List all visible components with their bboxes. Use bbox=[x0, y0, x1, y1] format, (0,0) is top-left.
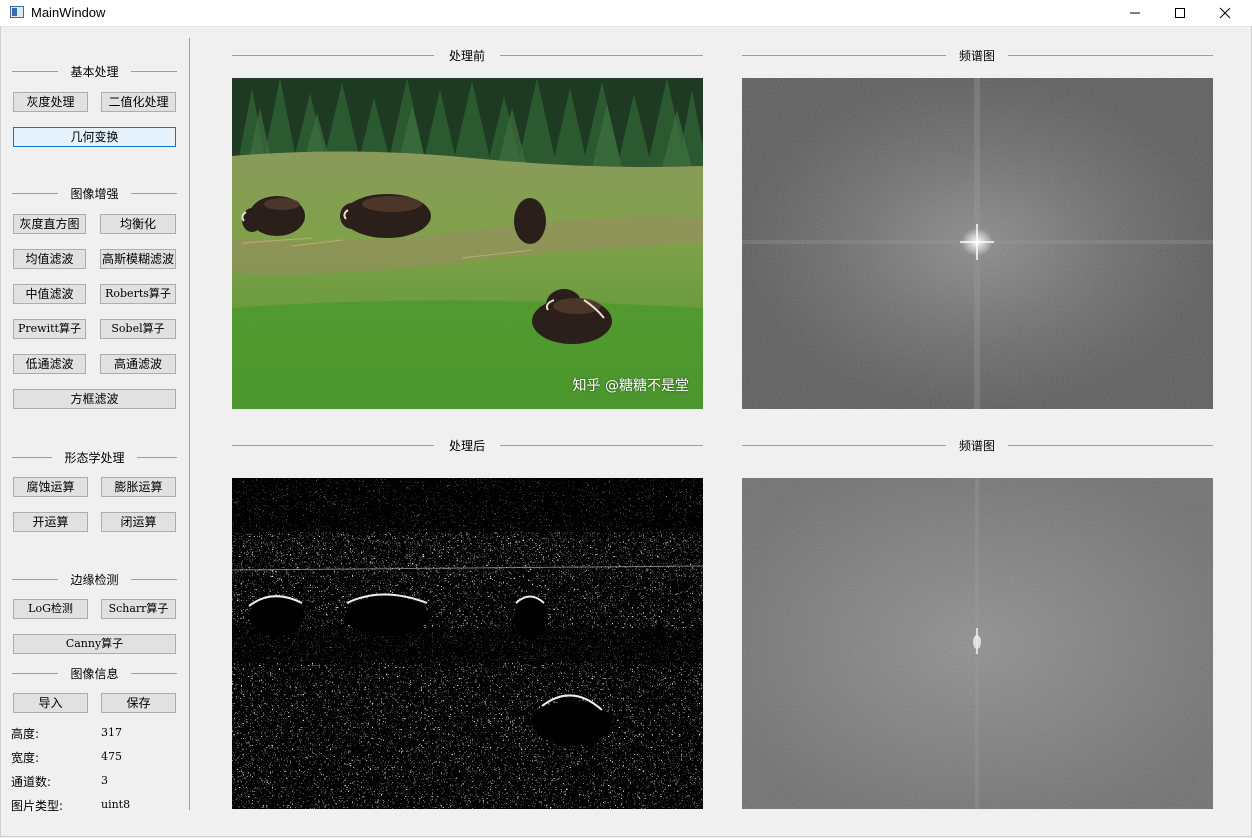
open-button[interactable]: 开运算 bbox=[13, 512, 88, 532]
highpass-button[interactable]: 高通滤波 bbox=[100, 354, 176, 374]
close-button[interactable] bbox=[1202, 0, 1247, 26]
after-title: 处理后 bbox=[448, 439, 485, 453]
erode-button[interactable]: 腐蚀运算 bbox=[13, 477, 88, 497]
section-edge: 边缘检测 bbox=[12, 572, 177, 587]
app-icon bbox=[10, 6, 24, 18]
width-label: 宽度: bbox=[11, 751, 40, 765]
processed-image bbox=[232, 478, 703, 809]
section-info: 图像信息 bbox=[12, 666, 177, 681]
before-title: 处理前 bbox=[448, 49, 485, 63]
title-bar: MainWindow bbox=[0, 0, 1252, 27]
section-enhance-title: 图像增强 bbox=[70, 187, 119, 201]
dtype-value: uint8 bbox=[101, 798, 131, 811]
lowpass-button[interactable]: 低通滤波 bbox=[13, 354, 86, 374]
section-edge-title: 边缘检测 bbox=[70, 573, 119, 587]
height-value: 317 bbox=[101, 726, 122, 739]
box-filter-button[interactable]: 方框滤波 bbox=[13, 389, 176, 409]
before-spectrum-title: 频谱图 bbox=[958, 49, 995, 63]
prewitt-button[interactable]: Prewitt算子 bbox=[13, 319, 86, 339]
processed-spectrum-image bbox=[742, 478, 1213, 809]
maximize-icon bbox=[1174, 8, 1185, 18]
watermark: 知乎 @糖糖不是堂 bbox=[572, 378, 689, 394]
dtype-label: 图片类型: bbox=[11, 799, 64, 813]
channels-label: 通道数: bbox=[11, 775, 52, 789]
minimize-button[interactable] bbox=[1112, 0, 1157, 26]
save-button[interactable]: 保存 bbox=[101, 693, 176, 713]
canny-button[interactable]: Canny算子 bbox=[13, 634, 176, 654]
dilate-button[interactable]: 膨胀运算 bbox=[101, 477, 176, 497]
channels-value: 3 bbox=[101, 774, 108, 787]
section-enhance: 图像增强 bbox=[12, 186, 177, 201]
binary-button[interactable]: 二值化处理 bbox=[101, 92, 176, 112]
geometry-button[interactable]: 几何变换 bbox=[13, 127, 176, 147]
gray-button[interactable]: 灰度处理 bbox=[13, 92, 88, 112]
original-image: 知乎 @糖糖不是堂 bbox=[232, 78, 703, 409]
after-spectrum-header: 频谱图 bbox=[742, 437, 1213, 453]
section-basic-title: 基本处理 bbox=[70, 65, 119, 79]
median-filter-button[interactable]: 中值滤波 bbox=[13, 284, 86, 304]
after-spectrum-title: 频谱图 bbox=[958, 439, 995, 453]
window-title: MainWindow bbox=[31, 5, 106, 20]
after-panel-header: 处理后 bbox=[232, 437, 703, 453]
section-morph: 形态学处理 bbox=[12, 450, 177, 465]
scharr-button[interactable]: Scharr算子 bbox=[101, 599, 176, 619]
log-button[interactable]: LoG检测 bbox=[13, 599, 88, 619]
close-icon bbox=[1219, 7, 1230, 19]
gaussian-blur-button[interactable]: 高斯模糊滤波 bbox=[100, 249, 176, 269]
equalize-button[interactable]: 均衡化 bbox=[100, 214, 176, 234]
roberts-button[interactable]: Roberts算子 bbox=[100, 284, 176, 304]
before-spectrum-header: 频谱图 bbox=[742, 47, 1213, 63]
before-panel-header: 处理前 bbox=[232, 47, 703, 63]
height-label: 高度: bbox=[11, 727, 40, 741]
sobel-button[interactable]: Sobel算子 bbox=[100, 319, 176, 339]
maximize-button[interactable] bbox=[1157, 0, 1202, 26]
width-value: 475 bbox=[101, 750, 122, 763]
minimize-icon bbox=[1129, 12, 1140, 14]
section-info-title: 图像信息 bbox=[70, 667, 119, 681]
section-morph-title: 形态学处理 bbox=[64, 451, 125, 465]
section-basic: 基本处理 bbox=[12, 64, 177, 79]
histogram-button[interactable]: 灰度直方图 bbox=[13, 214, 86, 234]
close-op-button[interactable]: 闭运算 bbox=[101, 512, 176, 532]
mean-filter-button[interactable]: 均值滤波 bbox=[13, 249, 86, 269]
sidebar-divider bbox=[189, 38, 190, 810]
original-spectrum-image bbox=[742, 78, 1213, 409]
import-button[interactable]: 导入 bbox=[13, 693, 88, 713]
